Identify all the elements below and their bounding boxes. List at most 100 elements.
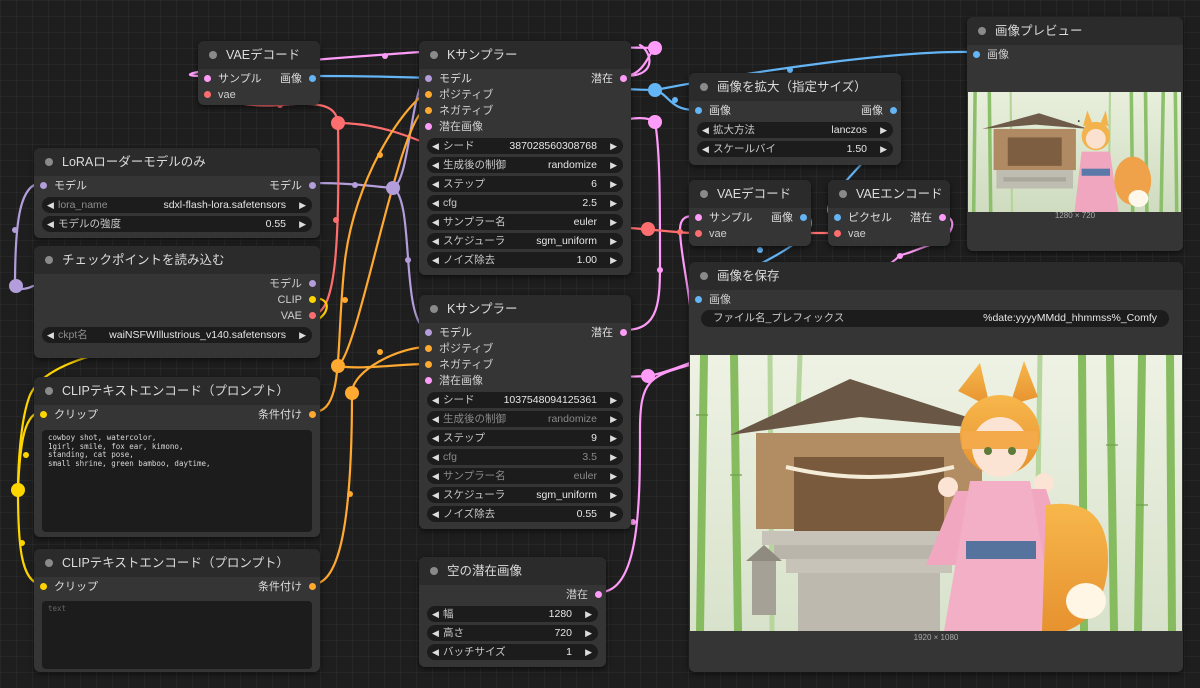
collapse-dot-icon[interactable] [700, 272, 708, 280]
latent-pin-icon[interactable] [204, 75, 211, 82]
node-vae-decode-2[interactable]: VAEデコード サンプル 画像 vae [689, 180, 811, 246]
clip-pin-icon[interactable] [40, 411, 47, 418]
conditioning-pin-icon[interactable] [425, 107, 432, 114]
arrow-right-icon[interactable]: ▶ [299, 197, 306, 213]
node-empty-latent-image[interactable]: 空の潜在画像 潜在 ◀ 幅 1280 ▶ ◀ 高さ 720 ▶ ◀ バッチサイズ 1 ▶ [419, 557, 606, 667]
input-negative[interactable]: ネガティブ [419, 357, 631, 373]
output-latent[interactable]: 潜在 [910, 210, 950, 226]
filename-prefix-field[interactable]: ファイル名_プレフィックス %date:yyyyMMdd_hhmmss%_Comf… [701, 310, 1169, 327]
widget-1[interactable]: ◀ スケールバイ 1.50 ▶ [697, 141, 893, 157]
clip-pin-icon[interactable] [309, 296, 316, 303]
node-title[interactable]: チェックポイントを読み込む [34, 246, 320, 274]
input-clip[interactable]: クリップ [34, 407, 98, 423]
arrow-left-icon[interactable]: ◀ [432, 392, 439, 408]
model-pin-icon[interactable] [425, 329, 432, 336]
widget-1[interactable]: ◀ 生成後の制御 randomize ▶ [427, 411, 623, 427]
arrow-right-icon[interactable]: ▶ [610, 487, 617, 503]
arrow-left-icon[interactable]: ◀ [47, 197, 54, 213]
conditioning-pin-icon[interactable] [309, 411, 316, 418]
node-ksampler-2[interactable]: Kサンプラー モデル 潜在 ポジティブ ネガティブ 潜在画像 ◀ シード 10375… [419, 295, 631, 529]
arrow-right-icon[interactable]: ▶ [610, 195, 617, 211]
node-clip-text-encode-positive[interactable]: CLIPテキストエンコード（プロンプト） クリップ 条件付け cowboy sh… [34, 377, 320, 537]
arrow-left-icon[interactable]: ◀ [702, 122, 709, 138]
node-lora-loader[interactable]: LoRAローダーモデルのみ モデル モデル ◀ lora_name sdxl-fla… [34, 148, 320, 238]
input-model[interactable]: モデル [419, 71, 472, 87]
arrow-right-icon[interactable]: ▶ [880, 141, 887, 157]
image-pin-icon[interactable] [695, 296, 702, 303]
arrow-left-icon[interactable]: ◀ [432, 176, 439, 192]
input-vae[interactable]: vae [198, 87, 320, 103]
node-vae-encode[interactable]: VAEエンコード ピクセル 潜在 vae [828, 180, 950, 246]
image-pin-icon[interactable] [973, 51, 980, 58]
output-image[interactable]: 画像 [280, 71, 320, 87]
input-positive[interactable]: ポジティブ [419, 87, 631, 103]
arrow-left-icon[interactable]: ◀ [432, 644, 439, 660]
prompt-textarea[interactable]: cowboy shot, watercolor, 1girl, smile, f… [42, 430, 312, 532]
arrow-right-icon[interactable]: ▶ [610, 468, 617, 484]
arrow-right-icon[interactable]: ▶ [610, 411, 617, 427]
arrow-right-icon[interactable]: ▶ [610, 176, 617, 192]
input-latent-image[interactable]: 潜在画像 [419, 373, 631, 389]
collapse-dot-icon[interactable] [700, 190, 708, 198]
node-checkpoint-loader[interactable]: チェックポイントを読み込む モデル CLIP VAE ◀ ckpt名 waiNSFW… [34, 246, 320, 358]
arrow-right-icon[interactable]: ▶ [880, 122, 887, 138]
node-title[interactable]: 画像を保存 [689, 262, 1183, 290]
arrow-left-icon[interactable]: ◀ [432, 430, 439, 446]
arrow-left-icon[interactable]: ◀ [702, 141, 709, 157]
widget-5[interactable]: ◀ スケジューラ sgm_uniform ▶ [427, 487, 623, 503]
collapse-dot-icon[interactable] [839, 190, 847, 198]
widget-5[interactable]: ◀ スケジューラ sgm_uniform ▶ [427, 233, 623, 249]
collapse-dot-icon[interactable] [430, 567, 438, 575]
output-model[interactable]: モデル [34, 276, 320, 292]
node-clip-text-encode-negative[interactable]: CLIPテキストエンコード（プロンプト） クリップ 条件付け text [34, 549, 320, 672]
node-title[interactable]: Kサンプラー [419, 295, 631, 323]
arrow-right-icon[interactable]: ▶ [585, 606, 592, 622]
arrow-right-icon[interactable]: ▶ [610, 392, 617, 408]
arrow-left-icon[interactable]: ◀ [432, 606, 439, 622]
input-model[interactable]: モデル [34, 178, 87, 194]
output-latent[interactable]: 潜在 [591, 71, 631, 87]
input-positive[interactable]: ポジティブ [419, 341, 631, 357]
latent-pin-icon[interactable] [695, 214, 702, 221]
input-pixels[interactable]: ピクセル [828, 210, 892, 226]
output-clip[interactable]: CLIP [34, 292, 320, 308]
input-model[interactable]: モデル [419, 325, 472, 341]
collapse-dot-icon[interactable] [45, 158, 53, 166]
widget-6[interactable]: ◀ ノイズ除去 1.00 ▶ [427, 252, 623, 268]
collapse-dot-icon[interactable] [209, 51, 217, 59]
arrow-left-icon[interactable]: ◀ [432, 487, 439, 503]
node-title[interactable]: 画像を拡大（指定サイズ） [689, 73, 901, 101]
preview-image[interactable] [968, 92, 1181, 212]
image-pin-icon[interactable] [890, 107, 897, 114]
input-image[interactable]: 画像 [967, 47, 1183, 63]
latent-pin-icon[interactable] [595, 591, 602, 598]
output-conditioning[interactable]: 条件付け [258, 579, 320, 595]
conditioning-pin-icon[interactable] [425, 345, 432, 352]
widget-0[interactable]: ◀ 幅 1280 ▶ [427, 606, 598, 622]
node-image-scale[interactable]: 画像を拡大（指定サイズ） 画像 画像 ◀ 拡大方法 lanczos ▶ ◀ スケールバイ 1… [689, 73, 901, 165]
clip-pin-icon[interactable] [40, 583, 47, 590]
input-image[interactable]: 画像 [689, 292, 1183, 308]
image-pin-icon[interactable] [800, 214, 807, 221]
node-title[interactable]: 空の潜在画像 [419, 557, 606, 585]
latent-pin-icon[interactable] [620, 329, 627, 336]
arrow-left-icon[interactable]: ◀ [432, 411, 439, 427]
arrow-left-icon[interactable]: ◀ [432, 214, 439, 230]
input-image[interactable]: 画像 [689, 103, 731, 119]
node-title[interactable]: 画像プレビュー [967, 17, 1183, 45]
widget-3[interactable]: ◀ cfg 2.5 ▶ [427, 195, 623, 211]
arrow-right-icon[interactable]: ▶ [610, 252, 617, 268]
latent-pin-icon[interactable] [425, 377, 432, 384]
arrow-left-icon[interactable]: ◀ [432, 449, 439, 465]
node-title[interactable]: LoRAローダーモデルのみ [34, 148, 320, 176]
input-clip[interactable]: クリップ [34, 579, 98, 595]
vae-pin-icon[interactable] [695, 230, 702, 237]
widget-6[interactable]: ◀ ノイズ除去 0.55 ▶ [427, 506, 623, 522]
latent-pin-icon[interactable] [425, 123, 432, 130]
widget-2[interactable]: ◀ バッチサイズ 1 ▶ [427, 644, 598, 660]
image-pin-icon[interactable] [834, 214, 841, 221]
widget-2[interactable]: ◀ ステップ 9 ▶ [427, 430, 623, 446]
output-image[interactable]: 画像 [771, 210, 811, 226]
input-samples[interactable]: サンプル [198, 71, 262, 87]
prompt-textarea[interactable]: text [42, 601, 312, 669]
